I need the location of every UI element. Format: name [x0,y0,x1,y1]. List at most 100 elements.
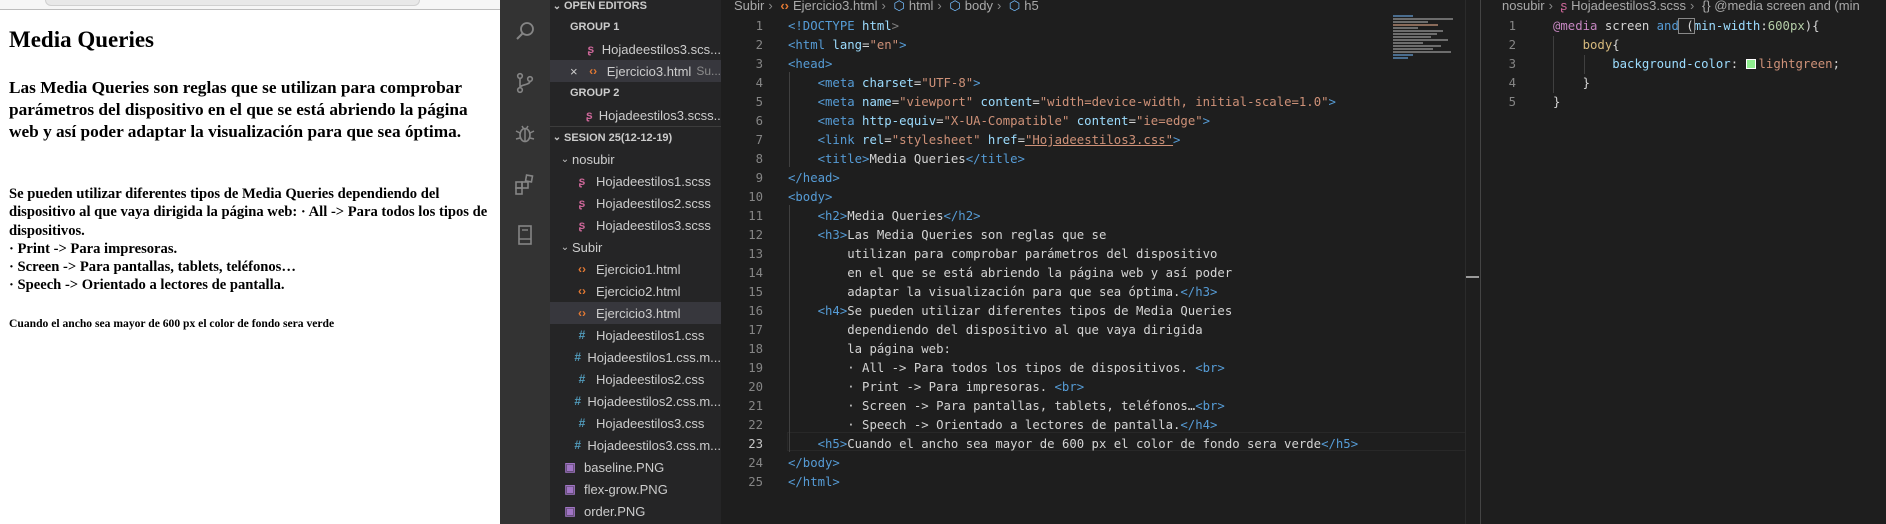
open-editor-hoja3-scss-g2[interactable]: ʂ Hojadeestilos3.scss... [550,104,721,126]
file-hoja1-css[interactable]: # Hojadeestilos1.css [550,324,721,346]
group2-header[interactable]: GROUP 2 [550,82,721,104]
chevron-right-icon: › [881,0,886,13]
folder-subir[interactable]: ⌄ Subir [550,236,721,258]
file-hoja3-css[interactable]: # Hojadeestilos3.css [550,412,721,434]
open-editors-header[interactable]: ⌄ OPEN EDITORS [550,0,721,17]
folder-label: Subir [572,239,603,255]
code-token: dependiendo del dispositivo al que vaya … [847,323,1203,337]
html-file-icon: ‹› [578,306,586,320]
file-baseline-png[interactable]: ▣ baseline.PNG [550,456,721,478]
color-swatch[interactable] [1745,59,1756,69]
line-number: 1 [1508,19,1516,33]
file-order-png[interactable]: ▣ order.PNG [550,500,721,522]
code-token: <body> [788,190,833,204]
file-ejercicio2[interactable]: ‹› Ejercicio2.html [550,280,721,302]
code-token: <h3> [817,228,848,242]
code-line: 4 } [1481,74,1886,93]
line-number: 19 [748,361,763,375]
close-icon[interactable]: × [570,64,585,79]
breadcrumb-item[interactable]: nosubir [1502,0,1545,13]
file-ejercicio1[interactable]: ‹› Ejercicio1.html [550,258,721,280]
image-file-icon: ▣ [564,504,576,518]
chevron-right-icon: › [1690,0,1695,13]
open-editor-ejercicio3[interactable]: × ‹› Ejercicio3.html Su... [550,60,721,82]
file-hoja2-css-map[interactable]: # Hojadeestilos2.css.m... [550,390,721,412]
group2-label: GROUP 2 [570,87,620,99]
code-line: 3 <head> [721,55,1479,74]
breadcrumb-item[interactable]: Subir [734,0,764,13]
group1-header[interactable]: GROUP 1 [550,16,721,38]
line-number: 9 [755,171,763,185]
open-editor-hoja3-scss[interactable]: ʂ Hojadeestilos3.scs... [550,38,721,60]
activity-bar [500,0,550,524]
html-file-icon: ‹› [589,64,598,78]
image-file-icon: ▣ [564,460,576,474]
code-token: en el que se está abriendo la página web… [847,266,1233,280]
code-line: 7 <link rel="stylesheet" href="Hojadeest… [721,131,1479,150]
preview-h4-speech: · Speech -> Orientado a lectores de pant… [9,277,285,294]
source-control-icon[interactable] [509,67,541,99]
folder-nosubir[interactable]: ⌄ nosubir [550,148,721,170]
breadcrumb-item[interactable]: h5 [1024,0,1038,13]
file-hoja3-css-map[interactable]: # Hojadeestilos3.css.m... [550,434,721,456]
code-token: <title> [817,152,870,166]
code-token: "viewport" [899,95,974,109]
code-line: 14 en el que se está abriendo la página … [721,264,1479,283]
code-line: 8 <title>Media Queries</title> [721,150,1479,169]
book-icon[interactable] [509,219,541,251]
open-editor-folder-hint: Su... [696,64,721,78]
file-ejercicio3[interactable]: ‹› Ejercicio3.html [550,302,721,324]
file-hoja1-scss[interactable]: ʂ Hojadeestilos1.scss [550,170,721,192]
line-number: 23 [748,437,763,451]
workspace-header[interactable]: ⌄ SESION 25(12-12-19) [550,126,721,148]
sass-file-icon: ʂ [578,218,586,232]
explorer-panel: ⌄ OPEN EDITORS GROUP 1 ʂ Hojadeestilos3.… [550,0,721,524]
breadcrumb-item[interactable]: Hojadeestilos3.scss [1571,0,1686,13]
search-icon[interactable] [509,15,541,47]
code-token: charset [854,76,914,90]
code-token: Media Queries [847,209,944,223]
code-token: : [1730,57,1746,71]
code-token: lang [825,38,863,52]
breadcrumb-item[interactable]: Ejercicio3.html [793,0,878,13]
line-number: 8 [755,152,763,166]
line-number: 6 [755,114,763,128]
file-hoja1-css-map[interactable]: # Hojadeestilos1.css.m... [550,346,721,368]
extensions-icon[interactable] [509,169,541,201]
code-token: </title> [965,152,1025,166]
line-number: 21 [748,399,763,413]
code-line: 16 <h4>Se pueden utilizar diferentes tip… [721,302,1479,321]
breadcrumb-item[interactable]: body [965,0,993,13]
html-file-icon: ‹› [578,262,586,276]
debug-icon[interactable] [509,118,541,150]
group1-label: GROUP 1 [570,21,620,33]
code-token: content [1069,114,1129,128]
scss-editor[interactable]: nosubir › ʂ Hojadeestilos3.scss › {} @media… [1480,0,1886,524]
line-number: 18 [748,342,763,356]
vertical-scrollbar[interactable] [1465,0,1479,524]
chevron-right-icon: › [937,0,942,13]
line-number: 5 [755,95,763,109]
sass-file-icon: ʂ [587,42,595,56]
file-flex-grow-png[interactable]: ▣ flex-grow.PNG [550,478,721,500]
breadcrumb-item[interactable]: html [909,0,934,13]
code-token: { [1612,38,1620,52]
breadcrumb-item[interactable]: {} @media screen and (min [1702,0,1860,13]
file-hoja3-scss[interactable]: ʂ Hojadeestilos3.scss [550,214,721,236]
css-file-icon: # [574,350,581,364]
code-token: utilizan para comprobar parámetros del d… [847,247,1218,261]
css-file-icon: # [578,328,586,342]
code-token: <h4> [817,304,848,318]
file-label: Hojadeestilos3.css [596,415,705,431]
css-file-icon: # [574,394,581,408]
file-hoja2-css[interactable]: # Hojadeestilos2.css [550,368,721,390]
stylesheet-link[interactable]: "Hojadeestilos3.css" [1025,133,1173,147]
code-token: ; [1832,57,1840,71]
html-editor[interactable]: Subir › ‹› Ejercicio3.html › ⬡ html › ⬡ body › … [721,0,1479,524]
folder-label: nosubir [572,151,615,167]
code-token: </h3> [1180,285,1218,299]
line-number: 2 [755,38,763,52]
minimap[interactable] [1391,15,1463,61]
code-line: 15 adaptar la visualización para que sea… [721,283,1479,302]
file-hoja2-scss[interactable]: ʂ Hojadeestilos2.scss [550,192,721,214]
